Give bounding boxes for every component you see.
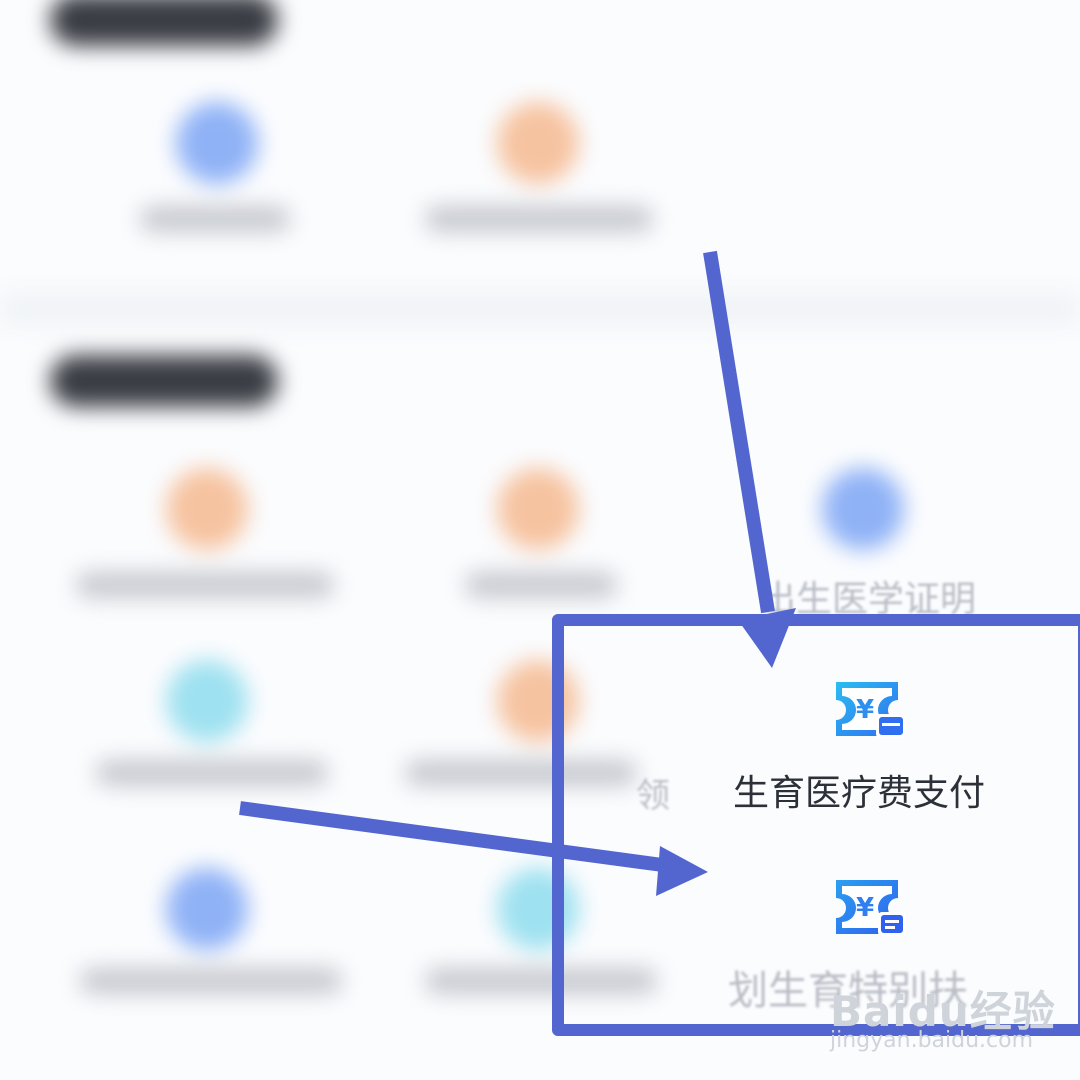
annotation-arrows [239,250,796,896]
arrow-right-head [656,846,708,896]
arrow-down-head [738,608,796,668]
watermark-url: jingyan.baidu.com [830,1028,1034,1053]
arrow-down-shaft [703,250,775,614]
arrow-right-shaft [239,801,671,873]
